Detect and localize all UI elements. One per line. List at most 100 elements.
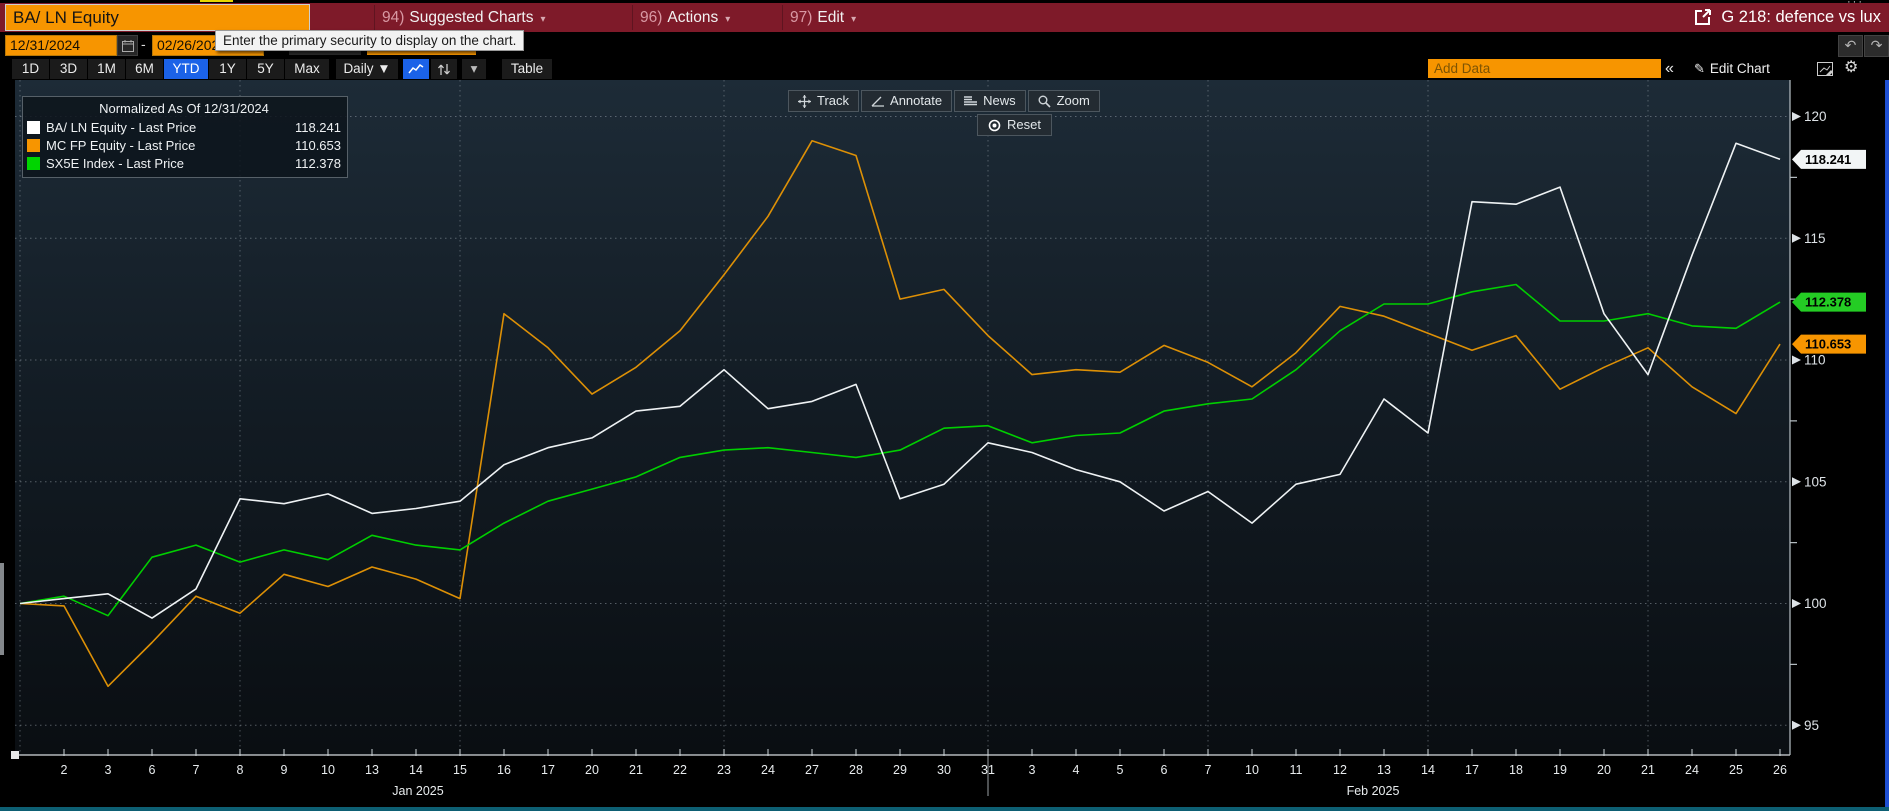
- x-tick-label: 27: [805, 763, 819, 777]
- series-last-value: 110.653: [294, 137, 341, 153]
- table-button[interactable]: Table: [502, 59, 552, 79]
- x-tick-label: 4: [1073, 763, 1080, 777]
- annotate-icon: [871, 96, 885, 107]
- x-tick-label: 14: [409, 763, 423, 777]
- menu-edit[interactable]: 97) Edit ▾: [790, 3, 856, 32]
- x-tick-label: 11: [1290, 763, 1303, 777]
- sort-securities-button[interactable]: [431, 59, 457, 79]
- menu-number: 97): [790, 9, 813, 26]
- x-tick-label: 20: [1597, 763, 1611, 777]
- x-tick-label: 20: [585, 763, 599, 777]
- x-tick-label: 19: [1553, 763, 1567, 777]
- x-tick-label: 21: [629, 763, 643, 777]
- button-label: Annotate: [890, 93, 943, 108]
- x-tick-label: 28: [849, 763, 863, 777]
- x-tick-label: 6: [149, 763, 156, 777]
- x-tick-label: 26: [1773, 763, 1787, 777]
- y-tick-label: 95: [1804, 718, 1819, 733]
- x-tick-label: 16: [497, 763, 511, 777]
- x-tick-label: 30: [937, 763, 951, 777]
- series-label: BA/ LN Equity - Last Price: [46, 119, 197, 135]
- news-icon: [964, 95, 978, 107]
- export-icon: [1695, 8, 1713, 25]
- chart-settings-button[interactable]: [1812, 59, 1838, 79]
- series-color-swatch: [27, 156, 40, 170]
- left-scroll-handle[interactable]: [0, 563, 4, 655]
- x-tick-label: 3: [105, 763, 112, 777]
- track-icon: [798, 94, 811, 108]
- redo-button[interactable]: ↷: [1864, 35, 1889, 57]
- plot-area[interactable]: [15, 80, 1790, 755]
- price-tag-value: 110.653: [1805, 337, 1851, 352]
- x-tick-label: 13: [1377, 763, 1391, 777]
- sort-arrows-icon: [438, 63, 450, 75]
- legend-item[interactable]: SX5E Index - Last Price 112.378: [27, 154, 341, 172]
- pencil-icon: ✎: [1694, 61, 1705, 76]
- range-button-max[interactable]: Max: [285, 59, 329, 79]
- range-button-ytd[interactable]: YTD: [164, 59, 208, 79]
- legend-item[interactable]: BA/ LN Equity - Last Price 118.241: [27, 118, 341, 136]
- menu-bar: BA/ LN Equity 94) Suggested Charts ▾ 96) Act…: [0, 0, 1889, 33]
- more-chart-types-dropdown[interactable]: ▾: [462, 59, 486, 79]
- menu-actions[interactable]: 96) Actions ▾: [640, 3, 730, 32]
- button-label: Zoom: [1056, 93, 1090, 108]
- y-tick-arrow: [1792, 477, 1801, 487]
- price-tag-value: 112.378: [1805, 295, 1851, 310]
- x-tick-label: 21: [1641, 763, 1655, 777]
- frequency-dropdown[interactable]: Daily ▼: [336, 59, 398, 79]
- x-tick-label: 9: [281, 763, 288, 777]
- range-button-1y[interactable]: 1Y: [209, 59, 246, 79]
- x-tick-label: 7: [1205, 763, 1212, 777]
- x-tick-label: 17: [541, 763, 555, 777]
- range-button-6m[interactable]: 6M: [126, 59, 163, 79]
- x-tick-label: 3: [1029, 763, 1036, 777]
- series-last-value: 112.378: [294, 155, 341, 171]
- edit-chart-button[interactable]: ✎ Edit Chart: [1694, 59, 1770, 79]
- zoom-button[interactable]: Zoom: [1027, 90, 1100, 112]
- menu-suggested-charts[interactable]: 94) Suggested Charts ▾: [382, 3, 546, 32]
- y-tick-label: 100: [1804, 596, 1827, 611]
- x-tick-label: 13: [365, 763, 379, 777]
- range-button-1m[interactable]: 1M: [88, 59, 125, 79]
- x-tick-label: 15: [453, 763, 467, 777]
- range-button-1d[interactable]: 1D: [12, 59, 49, 79]
- line-chart-type-button[interactable]: [403, 59, 429, 79]
- y-tick-label: 110: [1804, 353, 1826, 368]
- axis-origin-handle[interactable]: [11, 751, 19, 759]
- calendar-button[interactable]: [117, 35, 138, 56]
- reset-label: Reset: [1007, 117, 1041, 132]
- chart-tools-row: 1D 3D 1M 6M YTD 1Y 5Y Max Daily ▼ ▾ Table Add D…: [0, 57, 1889, 80]
- menu-label: Suggested Charts: [409, 9, 534, 26]
- range-button-3d[interactable]: 3D: [50, 59, 87, 79]
- legend-item[interactable]: MC FP Equity - Last Price 110.653: [27, 136, 341, 154]
- y-tick-label: 115: [1804, 231, 1826, 246]
- security-tooltip: Enter the primary security to display on…: [215, 30, 525, 51]
- x-tick-label: 7: [193, 763, 200, 777]
- annotate-button[interactable]: Annotate: [861, 90, 953, 112]
- menu-separator: [374, 5, 375, 30]
- chart-edit-icon: [1817, 62, 1833, 76]
- calendar-icon: [121, 39, 134, 52]
- gear-icon[interactable]: ⚙: [1844, 57, 1858, 79]
- collapse-panel-button[interactable]: «: [1665, 58, 1674, 79]
- chart-legend[interactable]: Normalized As Of 12/31/2024 BA/ LN Equit…: [22, 96, 348, 178]
- x-tick-label: 10: [1245, 763, 1259, 777]
- menu-separator: [632, 5, 633, 30]
- add-data-input[interactable]: Add Data: [1428, 59, 1661, 78]
- security-input[interactable]: BA/ LN Equity: [5, 4, 310, 31]
- undo-button[interactable]: ↶: [1838, 35, 1863, 57]
- panel-bottom-border: [0, 807, 1889, 811]
- reset-button[interactable]: Reset: [977, 114, 1052, 136]
- menu-number: 94): [382, 9, 405, 26]
- button-label: News: [983, 93, 1016, 108]
- button-label: Track: [817, 93, 850, 108]
- x-tick-label: 17: [1465, 763, 1479, 777]
- window-dots: ···: [1847, 0, 1864, 8]
- start-date-input[interactable]: 12/31/2024: [5, 35, 117, 56]
- track-button[interactable]: Track: [788, 90, 860, 112]
- range-button-5y[interactable]: 5Y: [247, 59, 284, 79]
- news-button[interactable]: News: [954, 90, 1026, 112]
- highlight-dash: [200, 0, 233, 2]
- chevron-down-icon: ▾: [540, 14, 546, 25]
- x-tick-label: 24: [1685, 763, 1699, 777]
